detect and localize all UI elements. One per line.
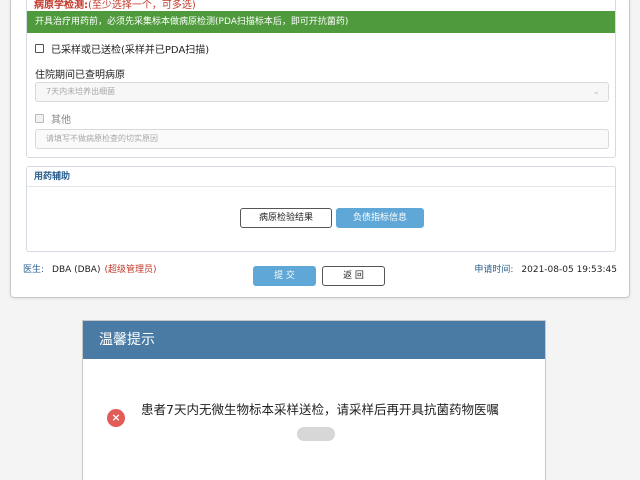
doctor-info: 医生: DBA (DBA) (超级管理员) <box>23 262 156 275</box>
chevron-down-icon: ⌄ <box>592 87 600 97</box>
other-checkbox-label: 其他 <box>51 115 71 126</box>
sampled-checkbox-row[interactable]: 已采样或已送检(采样并已PDA扫描) <box>35 41 209 56</box>
warning-dialog: 温馨提示 × 患者7天内无微生物标本采样送检，请采样后再开具抗菌药物医嘱 <box>82 320 546 480</box>
pathogen-select[interactable]: 7天内未培养出细菌 ⌄ <box>35 82 609 102</box>
pathogen-select-value: 7天内未培养出细菌 <box>46 87 116 96</box>
antibiotic-order-form: 病原学检测:(至少选择一个，可多选) 开具治疗用药前，必须先采集标本做病原检测(… <box>10 0 630 298</box>
other-checkbox-row[interactable]: 其他 <box>35 111 71 126</box>
exam-hint: (至少选择一个，可多选) <box>88 0 196 11</box>
pathogen-result-button[interactable]: 病原检验结果 <box>240 208 332 228</box>
request-time: 申请时间: 2021-08-05 19:53:45 <box>474 262 617 275</box>
reason-input[interactable]: 请填写不做病原检查的切实原因 <box>35 129 609 149</box>
other-checkbox[interactable] <box>35 114 44 123</box>
exam-title: 病原学检测:(至少选择一个，可多选) <box>34 0 196 11</box>
error-icon: × <box>107 409 125 427</box>
request-time-label: 申请时间: <box>474 265 514 275</box>
hospital-pathogen-label: 住院期间已查明病原 <box>35 70 125 81</box>
pathogen-exam-panel: 病原学检测:(至少选择一个，可多选) 开具治疗用药前，必须先采集标本做病原检测(… <box>26 0 616 158</box>
sampled-checkbox-label: 已采样或已送检(采样并已PDA扫描) <box>51 45 210 56</box>
submit-button[interactable]: 提 交 <box>253 266 316 286</box>
indicator-info-button[interactable]: 负债指标信息 <box>336 208 424 228</box>
back-button[interactable]: 返 回 <box>322 266 385 286</box>
request-time-value: 2021-08-05 19:53:45 <box>521 265 617 275</box>
dialog-message: 患者7天内无微生物标本采样送检，请采样后再开具抗菌药物医嘱 <box>141 402 499 417</box>
doctor-role: (超级管理员) <box>104 265 157 275</box>
sampled-checkbox[interactable] <box>35 44 44 53</box>
doctor-name: DBA (DBA) <box>52 265 101 275</box>
dialog-title: 温馨提示 <box>83 321 545 359</box>
notice-bar: 开具治疗用药前，必须先采集标本做病原检测(PDA扫描标本后，即可开抗菌药) <box>27 11 615 33</box>
doctor-label: 医生: <box>23 265 45 275</box>
assist-title: 用药辅助 <box>27 167 615 187</box>
medication-assist-panel: 用药辅助 病原检验结果 负债指标信息 <box>26 166 616 252</box>
loading-indicator <box>297 427 335 441</box>
